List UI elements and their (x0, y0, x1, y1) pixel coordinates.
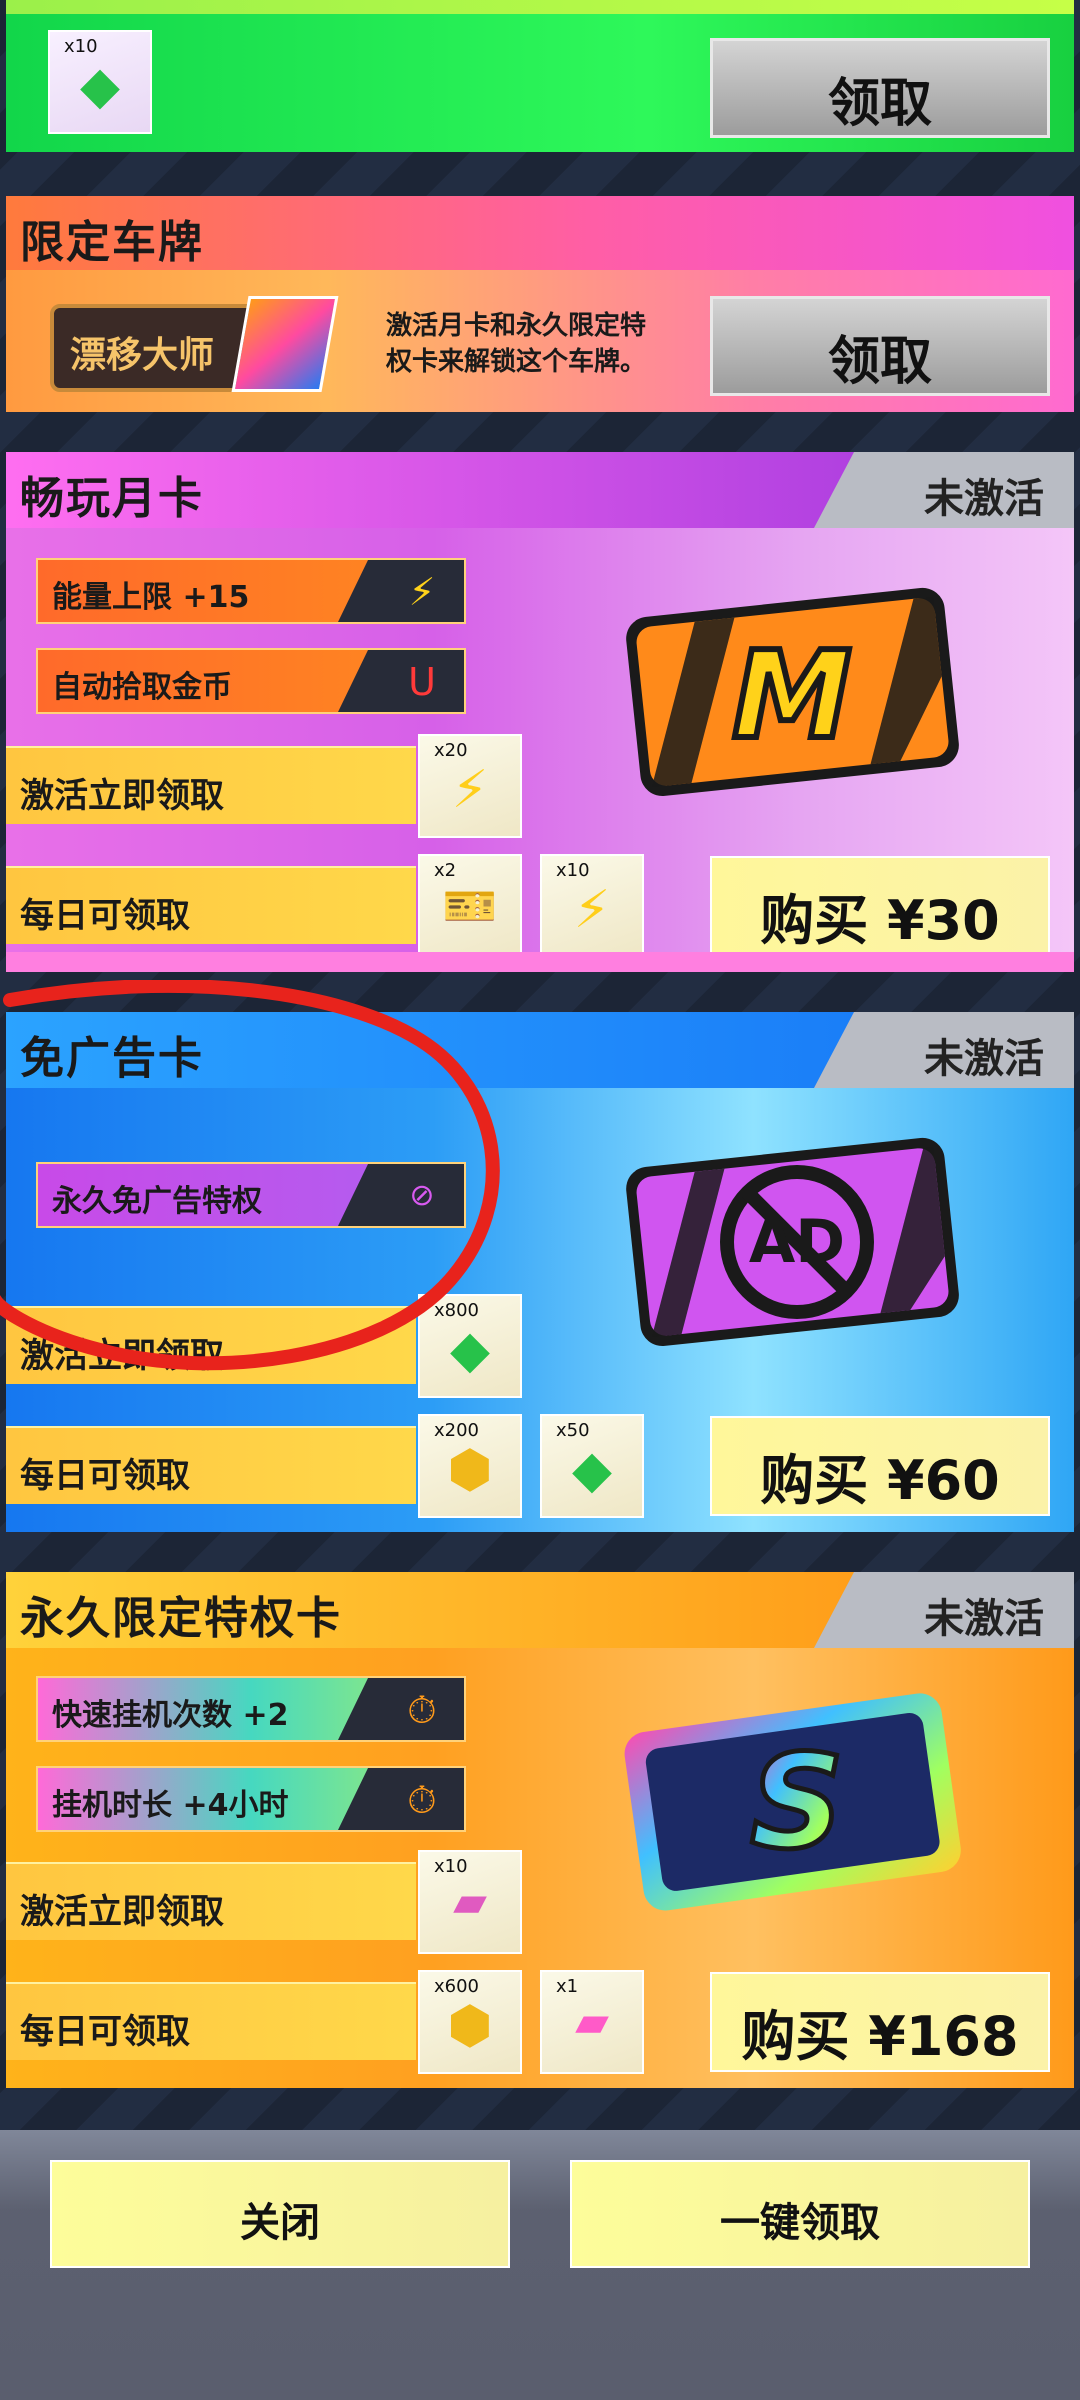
status-badge: 未激活 (814, 1572, 1074, 1648)
close-button[interactable]: 关闭 (50, 2160, 510, 2268)
clock-fast-forward-icon: ⏱ (407, 1688, 437, 1732)
perk-auto-collect: 自动拾取金币 U (36, 648, 466, 714)
claim-all-button[interactable]: 一键领取 (570, 2160, 1030, 2268)
activate-item-energy[interactable]: x20 ⚡ (418, 734, 522, 838)
daily-item-coin[interactable]: x600 ⬢ (418, 1970, 522, 2074)
daily-item-ticket[interactable]: x2 🎫 (418, 854, 522, 958)
permanent-card-panel: 永久限定特权卡 未激活 快速挂机次数 +2 ⏱ 挂机时长 +4小时 ⏱ 激活立即… (6, 1572, 1074, 2088)
activate-bar: 激活立即领取 (6, 1862, 416, 1940)
item-count: x10 (64, 36, 98, 57)
energy-bolt-icon: ⚡ (451, 760, 489, 820)
plate-text: 漂移大师 (70, 335, 215, 376)
plate-description: 激活月卡和永久限定特 权卡来解锁这个车牌。 (386, 311, 647, 377)
daily-bar: 每日可领取 (6, 1982, 416, 2060)
clock-plus-icon: ⏱ (407, 1778, 437, 1822)
daily-item-rainbow-card[interactable]: x1 ▰ (540, 1970, 644, 2074)
monthly-card-panel: 畅玩月卡 未激活 能量上限 +15 ⚡ 自动拾取金币 U 激活立即领取 x20 … (6, 452, 1074, 972)
claim-button-top[interactable]: 领取 (710, 38, 1050, 138)
daily-item-gem[interactable]: x50 ◆ (540, 1414, 644, 1518)
pink-card-icon: ▰ (453, 1876, 487, 1927)
reward-item-gem[interactable]: x10 ◆ (48, 30, 152, 134)
energy-bolt-icon: ⚡ (573, 880, 611, 940)
claim-button-plate[interactable]: 领取 (710, 296, 1050, 396)
activate-bar: 激活立即领取 (6, 746, 416, 824)
activate-item-card[interactable]: x10 ▰ (418, 1850, 522, 1954)
panel-title: 限定车牌 (20, 217, 204, 268)
license-plate-panel: 限定车牌 漂移大师 激活月卡和永久限定特 权卡来解锁这个车牌。 领取 (6, 196, 1074, 412)
speed-hunter-ticket-icon: 🎫 (442, 881, 498, 932)
no-ad-card-art: AD (626, 1137, 959, 1347)
red-annotation-circle (0, 980, 500, 1371)
panel-title: 永久限定特权卡 (20, 1593, 342, 1644)
daily-item-coin[interactable]: x200 ⬢ (418, 1414, 522, 1518)
magnet-icon: U (408, 660, 436, 704)
card-ad-text: AD (749, 1207, 845, 1277)
reward-panel-top: x10 ◆ 领取 (6, 0, 1074, 152)
status-badge: 未激活 (814, 1012, 1074, 1088)
perk-energy-limit: 能量上限 +15 ⚡ (36, 558, 466, 624)
card-letter: S (750, 1726, 844, 1878)
panel-title: 畅玩月卡 (20, 473, 204, 524)
green-gem-icon: ◆ (80, 56, 120, 116)
monthly-card-art: M (626, 587, 959, 797)
footer-bar: 关闭 一键领取 (0, 2130, 1080, 2400)
status-badge: 未激活 (814, 452, 1074, 528)
rainbow-card-icon: ▰ (575, 1996, 609, 2047)
buy-permanent-button[interactable]: 购买 ¥168 (710, 1972, 1050, 2072)
permanent-card-art: S (624, 1693, 961, 1911)
daily-bar: 每日可领取 (6, 866, 416, 944)
energy-plus-icon: ⚡ (408, 570, 436, 614)
daily-item-energy[interactable]: x10 ⚡ (540, 854, 644, 958)
daily-bar: 每日可领取 (6, 1426, 416, 1504)
buy-no-ad-button[interactable]: 购买 ¥60 (710, 1416, 1050, 1516)
card-letter: M (732, 627, 851, 766)
gold-coin-icon: ⬢ (447, 1996, 493, 2056)
license-plate-badge: 漂移大师 (50, 296, 340, 396)
gold-coin-icon: ⬢ (447, 1440, 493, 1500)
green-gem-icon: ◆ (572, 1440, 612, 1500)
perk-quick-idle: 快速挂机次数 +2 ⏱ (36, 1676, 466, 1742)
perk-idle-duration: 挂机时长 +4小时 ⏱ (36, 1766, 466, 1832)
buy-monthly-button[interactable]: 购买 ¥30 (710, 856, 1050, 956)
